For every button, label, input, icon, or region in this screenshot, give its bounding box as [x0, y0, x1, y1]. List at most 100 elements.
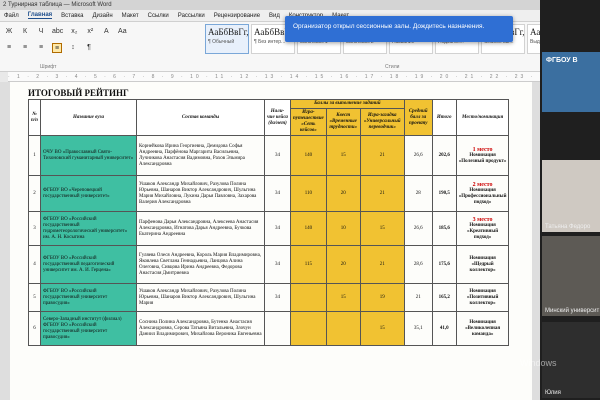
cell-task3: 15 [359, 211, 405, 246]
header-team: Состав команды [136, 99, 265, 136]
menu-item[interactable]: Ссылки [148, 13, 169, 19]
table-row: 5 ФГБОУ ВО «Российский государственный ун… [28, 283, 510, 312]
cell-university: Северо-Западный институт (филиал) ФГБОУ … [40, 311, 137, 346]
cell-avg: 26,6 [403, 135, 433, 176]
cell-place: 1 место Номинация «Полезный продукт» [455, 135, 510, 176]
cell-total: 175,6 [431, 245, 457, 284]
participant-video-tile[interactable]: Минский университ [542, 236, 600, 316]
font-format-button[interactable]: Ч [36, 27, 46, 37]
cell-task2: 10 [325, 211, 361, 246]
rating-table: № п/п Название вуза Состав команды Нали-… [28, 99, 510, 346]
group-label-font: Шрифт [40, 64, 57, 70]
style-sample: АаБбВвГг, [208, 27, 249, 37]
font-format-button[interactable]: x² [85, 27, 95, 37]
zoom-participants-panel: ФГБОУ В Татьяна Федоро Минский университ Юл… [540, 0, 600, 400]
participant-video-tile[interactable]: ФГБОУ В [542, 52, 600, 112]
cell-team: Гуляева Олеся Андреевна, Король Мария Вл… [136, 245, 265, 284]
font-format-button[interactable]: Ж [4, 27, 14, 37]
cell-task1 [290, 311, 327, 346]
header-avg: Средний балл за проекту [403, 99, 433, 136]
font-format-button[interactable]: abc [52, 27, 63, 37]
cell-task3: 19 [359, 283, 405, 312]
place-nomination: Номинация «Великолепная команда» [465, 319, 501, 337]
cell-university: ФГБОУ ВО «Череповецкий государственный у… [40, 175, 137, 212]
header-score-group: Баллы за выполнение заданий [290, 99, 405, 109]
participant-name: Татьяна Федоро [545, 224, 591, 230]
menu-item[interactable]: Главная [27, 12, 53, 19]
cell-task2: 20 [325, 245, 361, 284]
style-option[interactable]: АаБбВвГг, ¶ Обычный [205, 24, 249, 54]
table-row: 1 ОЧУ ВО «Православный Свято-Тихоновский … [28, 135, 510, 176]
participant-video-tile[interactable]: Татьяна Федоро [542, 160, 600, 232]
cell-task1 [290, 283, 327, 312]
cell-place: Номинация «Великолепная команда» [455, 311, 510, 346]
font-format-button[interactable]: К [20, 27, 30, 37]
cell-team: Соснина Полина Александровна, Бутенко Ан… [136, 311, 265, 346]
menu-item[interactable]: Вставка [61, 13, 83, 19]
paragraph-format-button[interactable]: ≡ [52, 43, 62, 53]
ruler: · 1 · 2 · 3 · 4 · 5 · 6 · 7 · 8 · 9 · 10… [8, 72, 540, 82]
cell-num: 2 [28, 175, 41, 212]
cell-university: ФГБОУ ВО «Российский государственный уни… [40, 283, 137, 312]
cell-task2 [325, 311, 361, 346]
font-format-button[interactable]: A [101, 27, 111, 37]
cell-num: 6 [28, 311, 41, 346]
cell-place: 2 место Номинация «Профессиональный подхо… [455, 175, 510, 212]
cell-task1: 140 [290, 135, 327, 176]
cell-avg: 35,1 [403, 311, 433, 346]
menu-item[interactable]: Файл [4, 13, 19, 19]
cell-total: 185,6 [431, 211, 457, 246]
cell-university: ФГБОУ ВО «Российский государственный гид… [40, 211, 137, 246]
cell-task3: 21 [359, 175, 405, 212]
document-page[interactable]: ИТОГОВЫЙ РЕЙТИНГ № п/п Название вуза Сос… [10, 82, 532, 400]
paragraph-format-button[interactable]: ¶ [84, 43, 94, 53]
cell-task3: 15 [359, 311, 405, 346]
cell-university: ОЧУ ВО «Православный Свято-Тихоновский г… [40, 135, 137, 176]
paragraph-format-button[interactable]: ≡ [4, 43, 14, 53]
window-title: 2 Турнирная таблица — Microsoft Word [0, 0, 540, 10]
cell-num: 3 [28, 211, 41, 246]
place-nomination: Номинация «Профессиональный подход» [458, 187, 507, 205]
cell-initial: 34 [264, 175, 291, 212]
cell-task1: 140 [290, 211, 327, 246]
participant-name: ФГБОУ В [546, 57, 578, 64]
notification-banner[interactable]: Организатор открыл сессионные залы. Дожд… [285, 16, 513, 42]
menu-item[interactable]: Рассылки [178, 13, 205, 19]
paragraph-format-button[interactable]: ≡ [36, 43, 46, 53]
cell-place: Номинация «Позитивный коллектор» [455, 283, 510, 312]
cell-initial: 34 [264, 245, 291, 284]
screen: 2 Турнирная таблица — Microsoft Word Фай… [0, 0, 600, 400]
cell-task2: 15 [325, 283, 361, 312]
participant-name: Минский университ [545, 308, 600, 314]
table-row: 2 ФГБОУ ВО «Череповецкий государственный … [28, 175, 510, 212]
font-toolbar-row: Ж К Чabc x₂ x² A Аа [4, 26, 127, 38]
place-nomination: Номинация «Креативный подход» [466, 222, 499, 240]
header-task1: Игра-путешествие «Сеть кейсов» [290, 108, 327, 136]
place-nomination: Номинация «Позитивный коллектор» [466, 288, 499, 306]
cell-university: ФГБОУ ВО «Российский государственный пед… [40, 245, 137, 284]
participant-name: Юлия [545, 390, 561, 396]
cell-team: Ушаков Александр Михайлович, Разулова По… [136, 283, 265, 312]
font-format-button[interactable]: Аа [117, 27, 127, 37]
table-row: 6 Северо-Западный институт (филиал) ФГБОУ… [28, 311, 510, 346]
table-row: 4 ФГБОУ ВО «Российский государственный пе… [28, 245, 510, 284]
cell-avg: 28,6 [403, 245, 433, 284]
paragraph-format-button[interactable]: ≡ [20, 43, 30, 53]
cell-team: Корнейкова Ирина Георгиевна, Демидова Со… [136, 135, 265, 176]
cell-task3: 21 [359, 135, 405, 176]
cell-avg: 26,6 [403, 211, 433, 246]
menu-item[interactable]: Рецензирование [214, 13, 260, 19]
windows-watermark: Windows [520, 358, 557, 368]
cell-total: 190,5 [431, 175, 457, 212]
menu-item[interactable]: Дизайн [92, 13, 112, 19]
paragraph-format-button[interactable]: ↕ [68, 43, 78, 53]
header-total: Итого [431, 99, 457, 136]
header-num: № п/п [28, 99, 41, 136]
menu-item[interactable]: Макет [122, 13, 139, 19]
cell-total: 165,2 [431, 283, 457, 312]
word-window: 2 Турнирная таблица — Microsoft Word Фай… [0, 0, 571, 400]
menu-item[interactable]: Вид [269, 13, 280, 19]
place-nomination: Номинация «Щедрый коллектор» [469, 255, 496, 273]
cell-num: 4 [28, 245, 41, 284]
font-format-button[interactable]: x₂ [69, 27, 79, 37]
